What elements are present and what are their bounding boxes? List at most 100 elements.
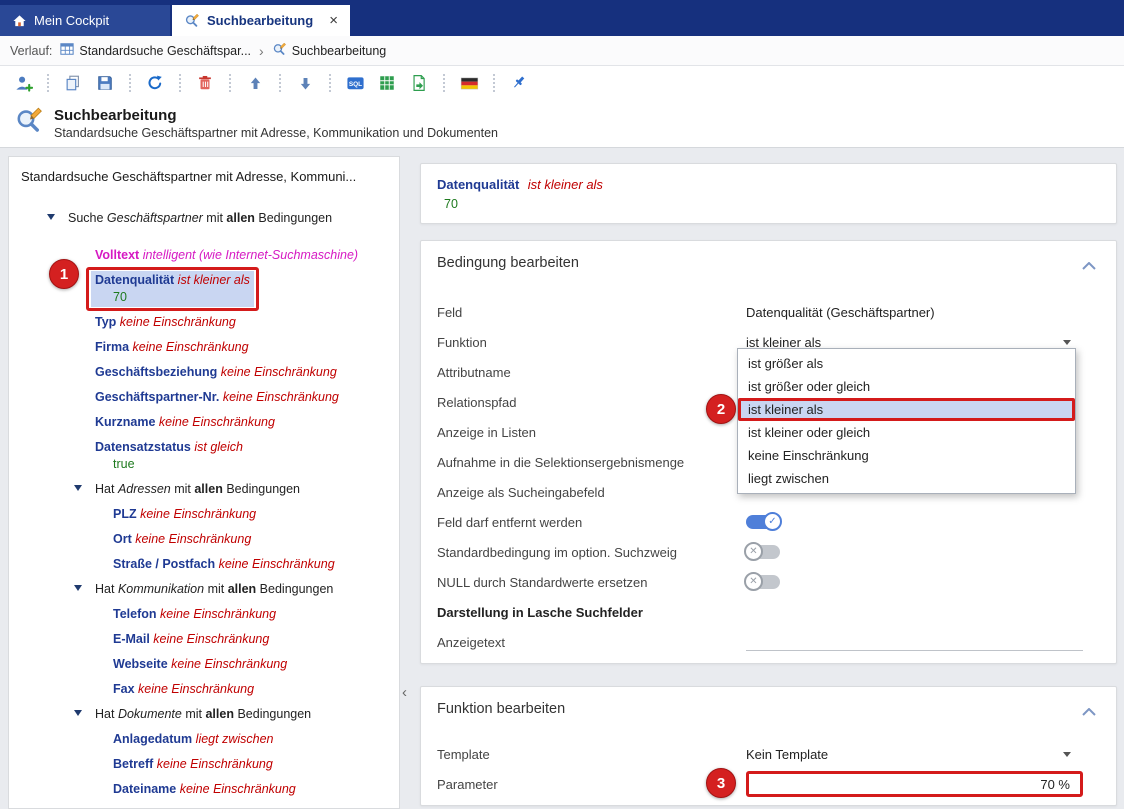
tree-node-text: keine Einschränkung: [155, 415, 275, 429]
tree-node[interactable]: Stichwort keine Einschränkung: [9, 802, 399, 809]
expand-arrow-icon[interactable]: [47, 214, 55, 220]
form-label: Attributname: [437, 365, 746, 380]
expand-arrow-icon[interactable]: [74, 710, 82, 716]
collapse-chevron-icon[interactable]: [1082, 703, 1096, 721]
form-row: Darstellung in Lasche Suchfelder: [437, 597, 1100, 627]
tab-bar: Mein Cockpit Suchbearbeitung ×: [0, 0, 1124, 36]
tree-node[interactable]: Suche Geschäftspartner mit allen Bedingu…: [9, 206, 399, 231]
tree-node[interactable]: Geschäftsbeziehung keine Einschränkung: [9, 360, 399, 385]
toolbar-divider: [229, 74, 231, 92]
text-input[interactable]: [746, 633, 1083, 651]
expand-arrow-icon[interactable]: [74, 585, 82, 591]
toolbar-divider: [47, 74, 49, 92]
tree-node-text: keine Einschränkung: [157, 607, 277, 621]
tree-node-text: keine Einschränkung: [150, 632, 270, 646]
tree-node-content: Webseite keine Einschränkung: [109, 655, 291, 674]
dropdown-option[interactable]: ist größer oder gleich: [738, 375, 1075, 398]
tree-node-text: Hat: [95, 482, 118, 496]
pin-icon[interactable]: [506, 70, 532, 96]
parameter-input[interactable]: 70 %: [746, 771, 1083, 797]
form-control: 70 %: [746, 771, 1083, 797]
toggle-on[interactable]: ✓: [746, 515, 780, 529]
tab-mein-cockpit[interactable]: Mein Cockpit: [0, 5, 170, 36]
save-icon[interactable]: [92, 70, 118, 96]
dropdown-option[interactable]: ist kleiner oder gleich: [738, 421, 1075, 444]
tree-node-text: Fax: [113, 682, 135, 696]
dropdown-option-selected[interactable]: ist kleiner als: [738, 398, 1075, 421]
tree-node[interactable]: Ort keine Einschränkung: [9, 527, 399, 552]
tree-node-text: keine Einschränkung: [176, 782, 296, 796]
tree-node[interactable]: Kurzname keine Einschränkung: [9, 410, 399, 435]
tree-node-content: Kurzname keine Einschränkung: [91, 413, 279, 432]
copy-icon[interactable]: [60, 70, 86, 96]
expand-arrow-icon[interactable]: [74, 485, 82, 491]
delete-icon[interactable]: [192, 70, 218, 96]
tree-node-value: true: [95, 456, 243, 473]
card-title: Bedingung bearbeiten: [437, 255, 1100, 272]
tree-node[interactable]: Straße / Postfach keine Einschränkung: [9, 552, 399, 577]
tree-node-content: Telefon keine Einschränkung: [109, 605, 280, 624]
tree-node[interactable]: Hat Dokumente mit allen Bedingungen: [9, 702, 399, 727]
tree-node[interactable]: Datensatzstatus ist gleichtrue: [9, 435, 399, 477]
refresh-icon[interactable]: [142, 70, 168, 96]
summary-card: Datenqualität ist kleiner als 70: [420, 163, 1117, 224]
tree-node-text: Volltext: [95, 248, 139, 262]
tree-node[interactable]: Hat Kommunikation mit allen Bedingungen: [9, 577, 399, 602]
chevron-down-icon[interactable]: [1063, 752, 1071, 757]
collapse-chevron-icon[interactable]: [1082, 257, 1096, 275]
form-label: Aufnahme in die Selektionsergebnismenge: [437, 455, 746, 470]
form-row: Parameter70 %: [437, 769, 1100, 799]
summary-condition: ist kleiner als: [528, 177, 603, 192]
tree-node[interactable]: Anlagedatum liegt zwischen: [9, 727, 399, 752]
tree-node-text: Geschäftsbeziehung: [95, 365, 217, 379]
annotation-circle-1: 1: [49, 259, 79, 289]
toggle-off[interactable]: ✕: [746, 545, 780, 559]
tree-node[interactable]: Telefon keine Einschränkung: [9, 602, 399, 627]
breadcrumb-item-suchbearbeitung[interactable]: Suchbearbeitung: [272, 42, 387, 60]
tree-node-text: keine Einschränkung: [168, 657, 288, 671]
breadcrumb-item-standardsuche[interactable]: Standardsuche Geschäftspar...: [60, 42, 251, 59]
form-control: ✕: [746, 575, 1083, 589]
dropdown-option[interactable]: keine Einschränkung: [738, 444, 1075, 467]
move-down-icon[interactable]: [292, 70, 318, 96]
toolbar-divider: [493, 74, 495, 92]
tree-node[interactable]: Webseite keine Einschränkung: [9, 652, 399, 677]
tree-node-text: mit: [204, 582, 228, 596]
tree-node-text: Kommunikation: [118, 582, 204, 596]
form-label: Feld: [437, 305, 746, 320]
german-flag-icon[interactable]: [456, 70, 482, 96]
tree-node[interactable]: Geschäftspartner-Nr. keine Einschränkung: [9, 385, 399, 410]
summary-field: Datenqualität: [437, 177, 519, 192]
tree-node-selected-content: Datenqualität ist kleiner als70: [91, 271, 254, 307]
tab-suchbearbeitung[interactable]: Suchbearbeitung ×: [172, 5, 350, 36]
tree-node-text: keine Einschränkung: [137, 507, 257, 521]
tree-node[interactable]: Dateiname keine Einschränkung: [9, 777, 399, 802]
breadcrumb-item-label: Suchbearbeitung: [292, 44, 387, 58]
move-up-icon[interactable]: [242, 70, 268, 96]
export-file-icon[interactable]: [406, 70, 432, 96]
export-table-icon[interactable]: [374, 70, 400, 96]
add-record-icon[interactable]: [10, 70, 36, 96]
tree-node-content: Geschäftsbeziehung keine Einschränkung: [91, 363, 341, 382]
dropdown-option[interactable]: ist größer als: [738, 352, 1075, 375]
tree-node-text: E-Mail: [113, 632, 150, 646]
tree-node[interactable]: E-Mail keine Einschränkung: [9, 627, 399, 652]
tree-node[interactable]: Hat Adressen mit allen Bedingungen: [9, 477, 399, 502]
toggle-off[interactable]: ✕: [746, 575, 780, 589]
tree-node-text: intelligent (wie Internet-Suchmaschine): [139, 248, 358, 262]
form-row: TemplateKein Template: [437, 739, 1100, 769]
form-control: [746, 633, 1083, 651]
chevron-down-icon[interactable]: [1063, 340, 1071, 345]
tree-node[interactable]: Firma keine Einschränkung: [9, 335, 399, 360]
dropdown-option[interactable]: liegt zwischen: [738, 467, 1075, 490]
tree-node[interactable]: Fax keine Einschränkung: [9, 677, 399, 702]
tree-node[interactable]: PLZ keine Einschränkung: [9, 502, 399, 527]
close-icon[interactable]: ×: [329, 13, 338, 28]
tree-node[interactable]: Typ keine Einschränkung: [9, 310, 399, 335]
select-field[interactable]: Kein Template: [746, 747, 1083, 762]
sql-icon[interactable]: SQL: [342, 70, 368, 96]
tree-node-text: Anlagedatum: [113, 732, 192, 746]
collapse-panel-icon[interactable]: ‹: [402, 684, 407, 701]
function-card: Funktion bearbeiten TemplateKein Templat…: [420, 686, 1117, 806]
tree-node[interactable]: Betreff keine Einschränkung: [9, 752, 399, 777]
